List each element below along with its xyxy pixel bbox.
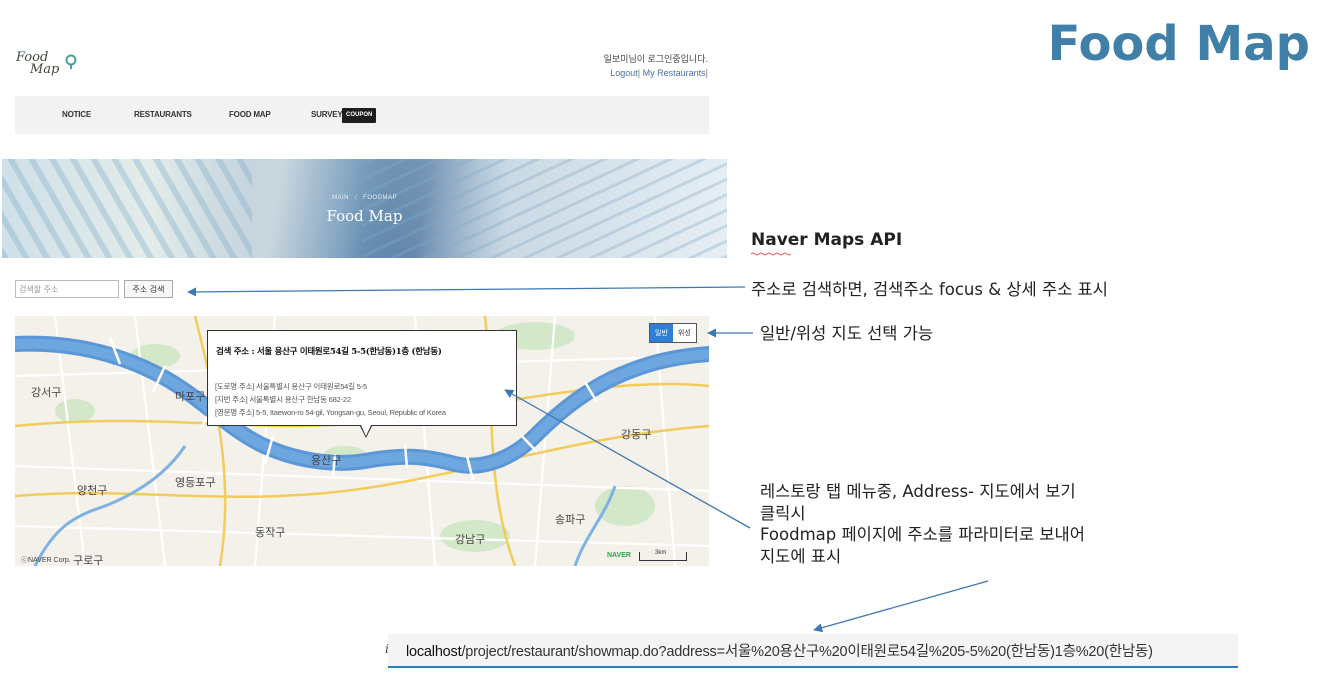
breadcrumb-main[interactable]: MAIN bbox=[332, 195, 349, 201]
naver-map[interactable]: 강서구 마포구 양천구 영등포구 용산구 동작구 강남구 송파구 강동구 구로구… bbox=[15, 316, 709, 566]
map-label-guro: 구로구 bbox=[73, 554, 104, 566]
annotation-api: Naver Maps API bbox=[751, 230, 903, 250]
map-label-gangseo: 강서구 bbox=[31, 386, 62, 399]
address-search-button[interactable]: 주소 검색 bbox=[124, 280, 173, 298]
map-info-window: 검색 주소 : 서울 용산구 이태원로54길 5-5(한남동)1층 (한남동) … bbox=[207, 330, 517, 438]
link-separator: | bbox=[705, 68, 708, 78]
url-text[interactable]: localhost/project/restaurant/showmap.do?… bbox=[406, 640, 1153, 661]
map-label-gangnam: 강남구 bbox=[455, 533, 486, 546]
info-icon[interactable]: i bbox=[385, 642, 395, 656]
info-window-title: 검색 주소 : 서울 용산구 이태원로54길 5-5(한남동)1층 (한남동) bbox=[216, 347, 442, 357]
browser-url-bar[interactable]: i localhost/project/restaurant/showmap.d… bbox=[385, 634, 1238, 668]
map-label-dongjak: 동작구 bbox=[255, 526, 286, 539]
banner-title: Food Map bbox=[326, 207, 403, 225]
breadcrumb-separator: / bbox=[354, 195, 358, 201]
annotation-search: 주소로 검색하면, 검색주소 focus & 상세 주소 표시 bbox=[751, 280, 1108, 299]
link-separator: | bbox=[637, 68, 641, 78]
annotation-line: 클릭시 bbox=[760, 503, 806, 523]
site-logo[interactable]: Food Map bbox=[16, 51, 86, 84]
map-label-yangcheon: 양천구 bbox=[77, 484, 108, 497]
slide-title: Food Map bbox=[1047, 16, 1310, 72]
map-scale-label: 3km bbox=[655, 550, 667, 556]
main-nav: NOTICE RESTAURANTS FOOD MAP SURVEY COUPO… bbox=[15, 96, 709, 134]
nav-restaurants[interactable]: RESTAURANTS bbox=[134, 110, 192, 119]
map-label-yeongdeungpo: 영등포구 bbox=[175, 476, 216, 489]
nav-survey[interactable]: SURVEY bbox=[311, 110, 343, 119]
breadcrumb-current: FOODMAP bbox=[363, 195, 397, 201]
map-type-normal-button[interactable]: 일반 bbox=[650, 324, 673, 342]
logo-text-line2: Map bbox=[30, 62, 60, 77]
map-copyright: ⓒNAVER Corp. bbox=[21, 557, 71, 564]
page-banner: MAIN / FOODMAP Food Map bbox=[2, 159, 727, 258]
annotation-line: 지도에 표시 bbox=[760, 546, 842, 566]
arrow-search bbox=[187, 286, 746, 297]
url-path: /project/restaurant/showmap.do?address=서… bbox=[461, 644, 1153, 660]
login-message: 일보미님이 로그인중입니다. bbox=[603, 54, 708, 64]
annotation-restaurant-tab: 레스토랑 탭 메뉴중, Address- 지도에서 보기 클릭시 Foodmap… bbox=[760, 481, 1180, 567]
logout-link[interactable]: Logout bbox=[610, 68, 638, 78]
map-type-control: 일반 위성 bbox=[649, 323, 697, 343]
annotation-map-type: 일반/위성 지도 선택 가능 bbox=[760, 324, 934, 343]
info-window-tail bbox=[360, 425, 372, 438]
login-links: Logout| My Restaurants| bbox=[560, 68, 708, 78]
map-label-yongsan: 용산구 bbox=[311, 454, 342, 467]
map-type-satellite-button[interactable]: 위성 bbox=[672, 324, 696, 342]
annotation-line: 레스토랑 탭 메뉴중, Address- 지도에서 보기 bbox=[760, 482, 1076, 501]
map-pin-icon bbox=[65, 54, 77, 69]
info-window-jibun-address: [지번 주소] 서울특별시 용산구 한남동 682-22 bbox=[215, 395, 351, 404]
map-label-songpa: 송파구 bbox=[555, 513, 586, 526]
annotation-line: Foodmap 페이지에 주소를 파라미터로 보내어 bbox=[760, 525, 1085, 544]
my-restaurants-link[interactable]: My Restaurants bbox=[643, 68, 706, 78]
url-host: localhost bbox=[406, 644, 462, 660]
nav-notice[interactable]: NOTICE bbox=[62, 110, 91, 119]
info-window-english-address: [영문명 주소] 5-5, Itaewon-ro 54-gil, Yongsan… bbox=[215, 408, 446, 417]
info-window-road-address: [도로명 주소] 서울특별시 용산구 이태원로54길 5-5 bbox=[215, 382, 367, 391]
map-label-mapo: 마포구 bbox=[175, 390, 206, 403]
map-label-gangdong: 강동구 bbox=[621, 428, 652, 441]
naver-logo: NAVER bbox=[607, 552, 631, 559]
arrow-url bbox=[813, 580, 989, 633]
breadcrumb: MAIN / FOODMAP bbox=[2, 195, 727, 201]
nav-food-map[interactable]: FOOD MAP bbox=[229, 110, 271, 119]
coupon-badge[interactable]: COUPON bbox=[342, 108, 377, 123]
address-search-input[interactable] bbox=[15, 280, 119, 298]
